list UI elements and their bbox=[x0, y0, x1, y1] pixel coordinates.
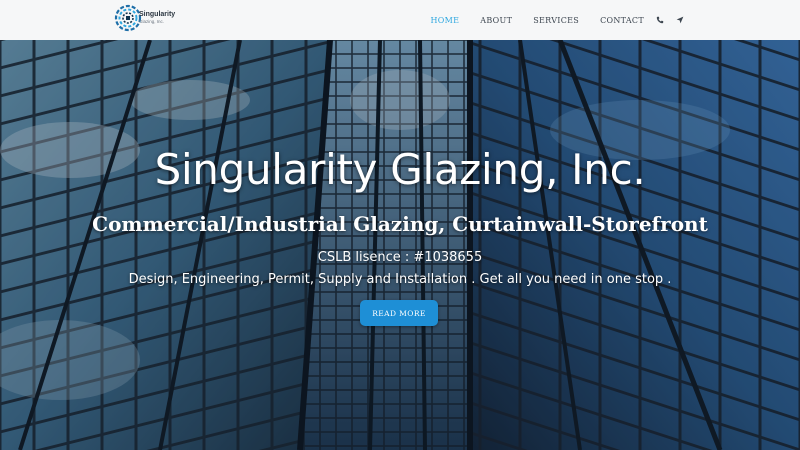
phone-icon bbox=[656, 16, 664, 24]
nav-services[interactable]: SERVICES bbox=[533, 16, 579, 25]
phone-link[interactable] bbox=[656, 16, 664, 24]
nav-contact[interactable]: CONTACT bbox=[600, 16, 644, 25]
main-nav: HOME ABOUT SERVICES CONTACT bbox=[410, 0, 685, 40]
license-number: CSLB lisence : #1038655 bbox=[317, 250, 483, 265]
hero-subtitle: Commercial/Industrial Glazing, Curtainwa… bbox=[92, 212, 708, 236]
hero-section: Singularity Glazing, Inc. Commercial/Ind… bbox=[0, 40, 800, 450]
company-logo[interactable]: Singularity Glazing, Inc. bbox=[114, 4, 178, 36]
location-arrow-icon bbox=[676, 16, 684, 24]
nav-home[interactable]: HOME bbox=[431, 16, 460, 25]
site-header: Singularity Glazing, Inc. HOME ABOUT SER… bbox=[0, 0, 800, 40]
read-more-button[interactable]: READ MORE bbox=[360, 300, 438, 326]
hero-description: Design, Engineering, Permit, Supply and … bbox=[128, 272, 672, 287]
hero-title: Singularity Glazing, Inc. bbox=[154, 145, 646, 194]
logo-mark-icon bbox=[114, 4, 142, 32]
logo-subtitle: Glazing, Inc. bbox=[139, 19, 165, 24]
logo-title: Singularity bbox=[139, 11, 176, 18]
nav-about[interactable]: ABOUT bbox=[480, 16, 512, 25]
location-link[interactable] bbox=[676, 16, 684, 24]
hero-overlay bbox=[0, 40, 800, 450]
